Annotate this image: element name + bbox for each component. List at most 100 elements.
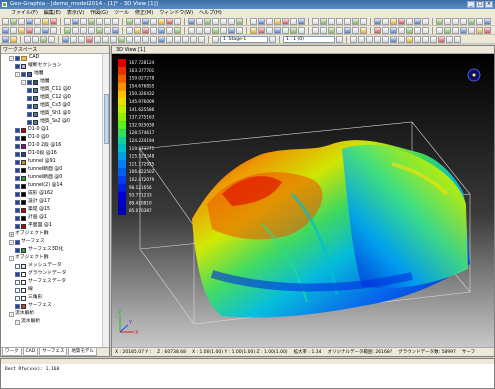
prev-stage-button[interactable] (212, 35, 219, 43)
toolbar-tool-icon[interactable] (18, 17, 25, 25)
tool-icon[interactable] (40, 35, 47, 43)
visibility-checkbox[interactable] (15, 223, 20, 229)
toolbar-tool-icon[interactable] (382, 26, 389, 34)
toolbar-tool-icon[interactable] (476, 17, 483, 25)
collapse-icon[interactable]: - (15, 71, 20, 77)
collapse-icon[interactable]: - (21, 79, 26, 85)
visibility-checkbox[interactable] (21, 71, 26, 77)
page-select[interactable]: 1 : 1 (0) (283, 35, 335, 43)
menu-edit[interactable]: 編集(E) (41, 9, 64, 17)
menu-draw[interactable]: 作図(G) (87, 9, 111, 17)
toolbar-tool-icon[interactable] (436, 26, 443, 34)
toolbar-tool-icon[interactable] (150, 17, 157, 25)
tool-icon[interactable] (126, 35, 133, 43)
toolbar-tool-icon[interactable] (290, 26, 297, 34)
toolbar-tool-icon[interactable] (72, 26, 79, 34)
tool-icon[interactable] (190, 35, 197, 43)
tool-icon[interactable] (118, 35, 125, 43)
tree-item[interactable]: D1-0 @0 (15, 134, 49, 142)
toolbar-tool-icon[interactable] (282, 17, 289, 25)
toolbar-tool-icon[interactable] (142, 17, 149, 25)
toolbar-tool-icon[interactable] (406, 17, 413, 25)
tree-item[interactable]: 三角形 (15, 294, 42, 302)
text-tool-icon[interactable] (406, 35, 413, 43)
visibility-checkbox[interactable] (15, 151, 20, 157)
tool-icon[interactable] (414, 35, 421, 43)
toolbar-tool-icon[interactable] (196, 26, 203, 34)
tree-item[interactable]: - オブジェクト群 (9, 254, 49, 262)
tool-icon[interactable] (438, 35, 445, 43)
tool-icon[interactable] (446, 35, 453, 43)
visibility-checkbox[interactable] (15, 247, 20, 253)
visibility-checkbox[interactable] (15, 183, 20, 189)
visibility-checkbox[interactable] (15, 127, 20, 133)
toolbar-tool-icon[interactable] (80, 17, 87, 25)
toolbar-tool-icon[interactable] (468, 26, 475, 34)
toolbar-tool-icon[interactable] (50, 17, 57, 25)
tree-item[interactable]: 地質_Ss2 @0 (27, 118, 70, 126)
toolbar-tool-icon[interactable] (406, 26, 413, 34)
toolbar-tool-icon[interactable] (228, 17, 235, 25)
tool-icon[interactable] (398, 35, 405, 43)
toolbar-tool-icon[interactable] (422, 17, 429, 25)
toolbar-tool-icon[interactable] (96, 17, 103, 25)
menu-window[interactable]: ウィンドウ(W) (156, 9, 196, 17)
toolbar-tool-icon[interactable] (374, 17, 381, 25)
visibility-checkbox[interactable] (27, 95, 32, 101)
3d-scene[interactable]: 167.728124 163.377701 159.027278 154.676855… (112, 54, 494, 347)
visibility-checkbox[interactable] (27, 119, 32, 125)
tool-icon[interactable] (158, 35, 165, 43)
tool-icon[interactable] (48, 35, 55, 43)
visibility-checkbox[interactable] (27, 111, 32, 117)
expand-icon[interactable]: + (9, 231, 14, 237)
toolbar-tool-icon[interactable] (290, 17, 297, 25)
toolbar-tool-icon[interactable] (188, 17, 195, 25)
toolbar-tool-icon[interactable] (460, 17, 467, 25)
tool-icon[interactable] (390, 35, 397, 43)
toolbar-tool-icon[interactable] (34, 26, 41, 34)
visibility-checkbox[interactable] (15, 199, 20, 205)
tree-scrollbar[interactable] (102, 54, 109, 348)
toolbar-tool-icon[interactable] (452, 26, 459, 34)
tree-item[interactable]: tunnel(2) @14 (15, 182, 63, 190)
toolbar-tool-icon[interactable] (134, 17, 141, 25)
tree-item[interactable]: D1-0 @1 (15, 126, 49, 134)
visibility-checkbox[interactable] (15, 215, 20, 221)
toolbar-tool-icon[interactable] (298, 17, 305, 25)
tree-item[interactable]: tunnel断面 @0 (15, 166, 62, 174)
toolbar-tool-icon[interactable] (360, 26, 367, 34)
toolbar-tool-icon[interactable] (390, 26, 397, 34)
toolbar-tool-icon[interactable] (204, 26, 211, 34)
toolbar-tool-icon[interactable] (352, 26, 359, 34)
tool-icon[interactable] (166, 35, 173, 43)
tree-item[interactable]: D1-0 2段 @16 (15, 142, 61, 150)
tree-item[interactable]: 地質_C12 @0 (27, 94, 71, 102)
toolbar-tool-icon[interactable] (104, 17, 111, 25)
toolbar-tool-icon[interactable] (390, 17, 397, 25)
scroll-thumb[interactable] (104, 94, 109, 144)
toolbar-tool-icon[interactable] (26, 26, 33, 34)
page-next-button[interactable] (336, 35, 343, 43)
toolbar-tool-icon[interactable] (382, 17, 389, 25)
tab-work[interactable]: ワーク (2, 348, 22, 356)
close-button[interactable]: × (485, 1, 493, 8)
maximize-button[interactable]: □ (476, 1, 484, 8)
visibility-checkbox[interactable] (15, 191, 20, 197)
tool-icon[interactable] (150, 35, 157, 43)
toolbar-tool-icon[interactable] (212, 26, 219, 34)
tool-icon[interactable] (366, 35, 373, 43)
tree-item[interactable]: メッシュデータ (15, 262, 62, 270)
tab-surface[interactable]: サーフェス (39, 348, 68, 356)
toolbar-tool-icon[interactable] (220, 26, 227, 34)
toolbar-tool-icon[interactable] (484, 17, 491, 25)
tool-icon[interactable] (134, 35, 141, 43)
toolbar-tool-icon[interactable] (266, 26, 273, 34)
toolbar-tool-icon[interactable] (220, 17, 227, 25)
toolbar-tool-icon[interactable] (236, 17, 243, 25)
toolbar-tool-icon[interactable] (34, 17, 41, 25)
toolbar-tool-icon[interactable] (188, 26, 195, 34)
toolbar-tool-icon[interactable] (320, 26, 327, 34)
toolbar-tool-icon[interactable] (42, 26, 49, 34)
tool-icon[interactable] (24, 35, 31, 43)
toolbar-tool-icon[interactable] (258, 26, 265, 34)
